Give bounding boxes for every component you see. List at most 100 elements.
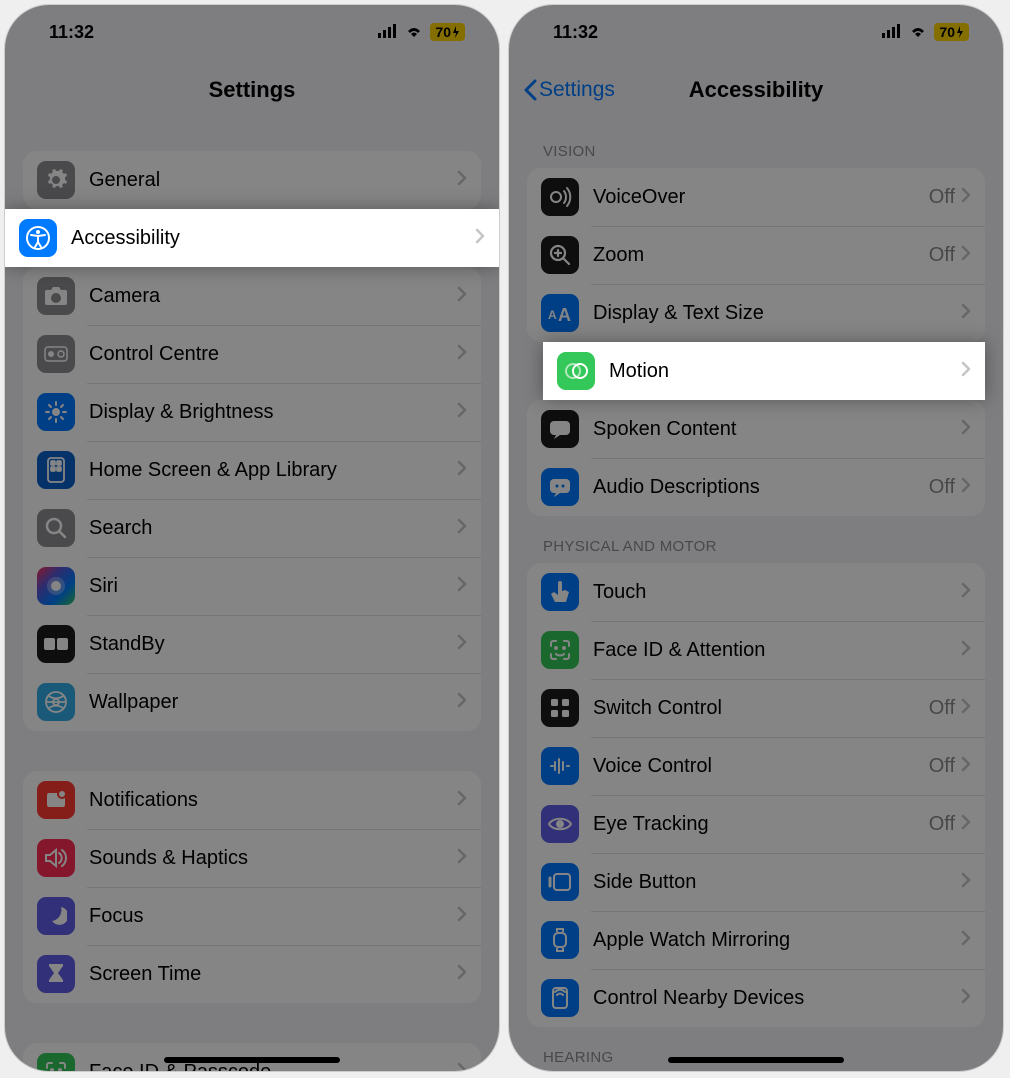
faceid-icon [37,1053,75,1071]
chevron-right-icon [961,930,971,951]
row-label: Control Nearby Devices [593,987,961,1010]
settings-row-focus[interactable]: Focus [23,887,481,945]
chevron-right-icon [961,640,971,661]
row-label: Touch [593,581,961,604]
row-label: Eye Tracking [593,813,929,836]
battery-badge: 70 [934,23,969,41]
settings-row-spoken-content[interactable]: Spoken Content [527,400,985,458]
chevron-right-icon [475,228,485,249]
phone-right: 11:32 70 Settings Accessibility VisionVo… [509,5,1003,1071]
row-value: Off [929,476,955,499]
status-bar: 11:32 70 [5,5,499,59]
row-label: Voice Control [593,755,929,778]
row-label: Wallpaper [89,691,457,714]
settings-row-search[interactable]: Search [23,499,481,557]
settings-row-display-text-size[interactable]: AADisplay & Text Size [527,284,985,342]
row-value: Off [929,755,955,778]
row-label: Focus [89,905,457,928]
settings-row-wallpaper[interactable]: Wallpaper [23,673,481,731]
settings-row-screen-time[interactable]: Screen Time [23,945,481,1003]
row-value: Off [929,697,955,720]
page-title: Accessibility [689,77,824,103]
standby-icon [37,625,75,663]
settings-row-touch[interactable]: Touch [527,563,985,621]
sounds-icon [37,839,75,877]
page-title: Settings [209,77,296,103]
row-label: Camera [89,285,457,308]
section-header: Vision [509,121,1003,168]
settings-row-notifications[interactable]: Notifications [23,771,481,829]
row-label: Apple Watch Mirroring [593,929,961,952]
home-indicator [668,1057,844,1063]
nav-bar: Settings [5,59,499,121]
settings-row-control-nearby-devices[interactable]: Control Nearby Devices [527,969,985,1027]
phone-left: 11:32 70 Settings General Accessibility Ca… [5,5,499,1071]
settings-row-voice-control[interactable]: Voice ControlOff [527,737,985,795]
eyetracking-icon [541,805,579,843]
audiodesc-icon [541,468,579,506]
row-label: Sounds & Haptics [89,847,457,870]
faceid-attention-icon [541,631,579,669]
settings-row-motion[interactable]: Motion [543,342,985,400]
settings-row-zoom[interactable]: ZoomOff [527,226,985,284]
chevron-right-icon [961,698,971,719]
row-label: Side Button [593,871,961,894]
settings-row-accessibility[interactable]: Accessibility [5,209,499,267]
row-label: Zoom [593,244,929,267]
gear-icon [37,161,75,199]
settings-row-camera[interactable]: Camera [23,267,481,325]
status-bar: 11:32 70 [509,5,1003,59]
chevron-right-icon [457,692,467,713]
row-label: Switch Control [593,697,929,720]
settings-group: TouchFace ID & AttentionSwitch ControlOf… [527,563,985,1027]
camera-icon [37,277,75,315]
chevron-right-icon [961,756,971,777]
switch-icon [541,689,579,727]
settings-row-eye-tracking[interactable]: Eye TrackingOff [527,795,985,853]
settings-row-switch-control[interactable]: Switch ControlOff [527,679,985,737]
settings-group: Notifications Sounds & Haptics Focus Screen… [23,771,481,1003]
row-label: General [89,169,457,192]
chevron-right-icon [961,419,971,440]
status-time: 11:32 [553,22,598,43]
chevron-right-icon [457,344,467,365]
chevron-right-icon [961,245,971,266]
spoken-icon [541,410,579,448]
settings-group: Camera Control CentreDisplay & Brightness… [23,267,481,731]
settings-row-standby[interactable]: StandBy [23,615,481,673]
wifi-icon [404,22,424,43]
chevron-right-icon [961,187,971,208]
settings-group: Spoken Content Audio DescriptionsOff [527,400,985,516]
back-button[interactable]: Settings [523,78,615,102]
back-label: Settings [539,78,615,102]
row-value: Off [929,813,955,836]
settings-row-face-id-attention[interactable]: Face ID & Attention [527,621,985,679]
siri-icon [37,567,75,605]
row-label: Spoken Content [593,418,961,441]
settings-row-apple-watch-mirroring[interactable]: Apple Watch Mirroring [527,911,985,969]
svg-text:A: A [548,308,557,322]
watchmirror-icon [541,921,579,959]
voicecontrol-icon [541,747,579,785]
chevron-right-icon [457,848,467,869]
settings-row-side-button[interactable]: Side Button [527,853,985,911]
settings-row-control-centre[interactable]: Control Centre [23,325,481,383]
settings-row-display-brightness[interactable]: Display & Brightness [23,383,481,441]
focus-icon [37,897,75,935]
motion-icon [557,352,595,390]
homescreen-icon [37,451,75,489]
settings-row-audio-descriptions[interactable]: Audio DescriptionsOff [527,458,985,516]
zoom-icon [541,236,579,274]
notifications-icon [37,781,75,819]
row-value: Off [929,186,955,209]
section-header: Hearing [509,1027,1003,1071]
voiceover-icon [541,178,579,216]
settings-row-home-screen-app-library[interactable]: Home Screen & App Library [23,441,481,499]
touch-icon [541,573,579,611]
settings-row-sounds-haptics[interactable]: Sounds & Haptics [23,829,481,887]
home-indicator [164,1057,340,1063]
row-label: Accessibility [71,227,475,250]
settings-row-voiceover[interactable]: VoiceOverOff [527,168,985,226]
settings-row-general[interactable]: General [23,151,481,209]
settings-row-siri[interactable]: Siri [23,557,481,615]
